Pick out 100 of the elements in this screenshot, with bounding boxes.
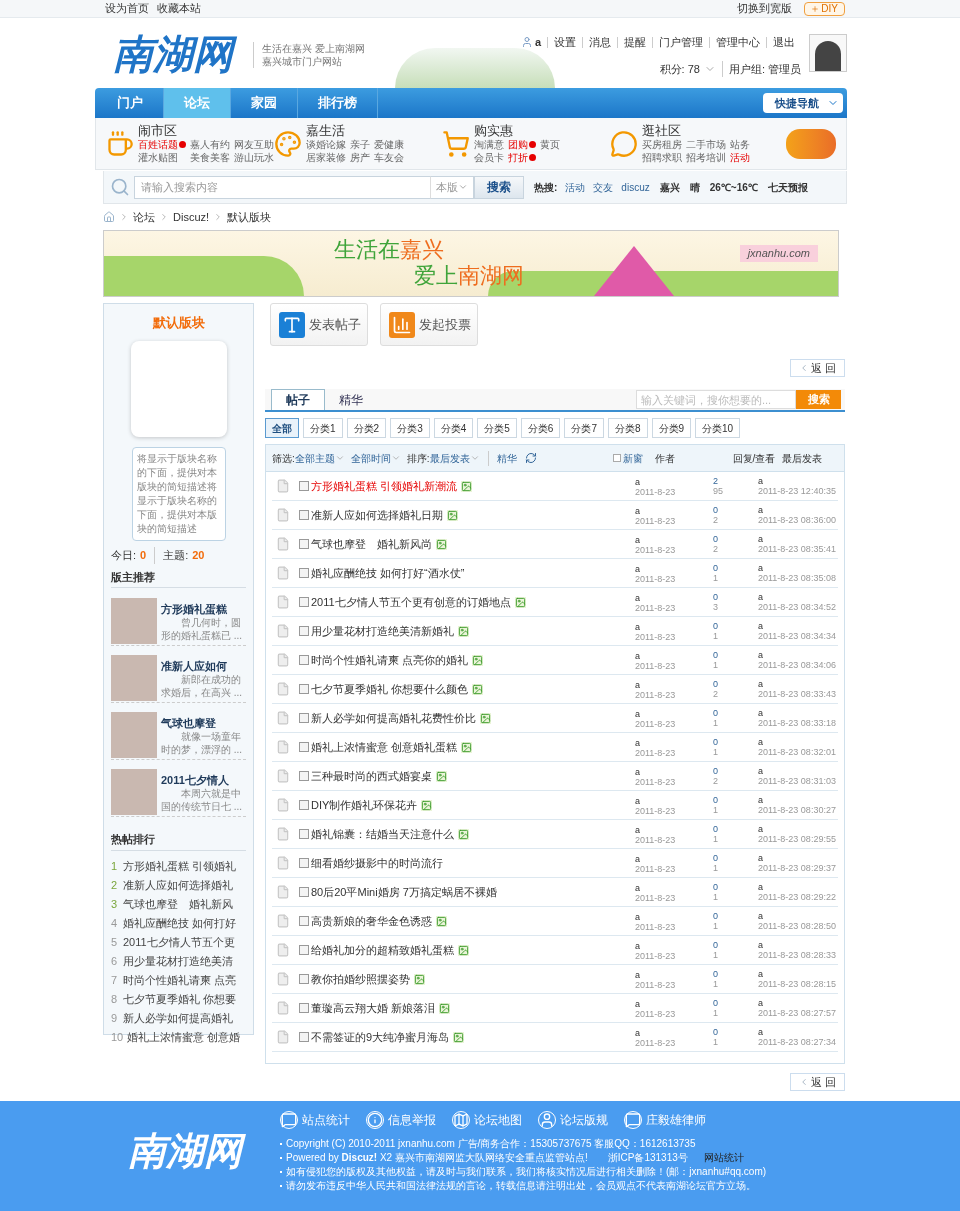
breadcrumb-link[interactable]: Discuz! (173, 208, 210, 226)
home-icon[interactable] (103, 211, 115, 223)
category-title[interactable]: 购实惠 (474, 123, 560, 138)
hot-thread-link[interactable]: 用少量花材打造绝美清 (123, 952, 233, 970)
hot-thread-link[interactable]: 准新人应如何选择婚礼 (123, 876, 233, 894)
thread-title[interactable]: 用少量花材打造绝美清新婚礼 (311, 622, 454, 640)
author-link[interactable]: a (635, 650, 713, 661)
thread-title[interactable]: 新人必学如何提高婚礼花费性价比 (311, 709, 476, 727)
category-link[interactable]: 嘉人有约 (190, 138, 230, 151)
category-filter[interactable]: 分类8 (607, 418, 648, 438)
new-thread-button[interactable]: 发表帖子 (270, 303, 368, 346)
author-link[interactable]: a (635, 853, 713, 864)
thread-title[interactable]: 给婚礼加分的超精致婚礼蛋糕 (311, 941, 454, 959)
user-menu-link[interactable]: 设置 (547, 36, 582, 48)
hot-thread-link[interactable]: 七夕节夏季婚礼 你想要 (123, 990, 237, 1008)
thread-tab[interactable]: 帖子 (271, 389, 325, 410)
refresh-icon[interactable] (524, 452, 537, 464)
quick-nav-button[interactable]: 快捷导航 (763, 93, 843, 113)
author-link[interactable]: a (635, 737, 713, 748)
category-title[interactable]: 嘉生活 (306, 123, 404, 138)
category-filter[interactable]: 分类1 (303, 418, 343, 438)
last-poster-link[interactable]: a (758, 1027, 838, 1037)
thread-title[interactable]: 2011七夕情人节五个更有创意的订婚地点 (311, 593, 511, 611)
user-menu-link[interactable]: 管理中心 (709, 36, 766, 48)
author-link[interactable]: a (635, 592, 713, 603)
hot-search-link[interactable]: discuz (621, 179, 650, 195)
last-poster-link[interactable]: a (758, 882, 838, 892)
last-poster-link[interactable]: a (758, 592, 838, 602)
thread-title[interactable]: 80后20平Mini婚房 7万搞定蜗居不裸婚 (311, 883, 497, 901)
category-link[interactable]: 团购 (508, 138, 536, 151)
last-poster-link[interactable]: a (758, 795, 838, 805)
author-link[interactable]: a (635, 795, 713, 806)
top-link[interactable]: 收藏本站 (157, 0, 201, 17)
site-logo[interactable]: 南湖网 (105, 28, 241, 80)
category-filter[interactable]: 全部 (265, 418, 299, 438)
avatar[interactable] (809, 34, 847, 72)
category-link[interactable]: 二手市场 (686, 138, 726, 151)
hot-thread-link[interactable]: 方形婚礼蛋糕 引领婚礼 (123, 857, 237, 875)
recommend-title[interactable]: 2011七夕情人 (161, 773, 246, 787)
thread-title[interactable]: 七夕节夏季婚礼 你想要什么颜色 (311, 680, 469, 698)
author-link[interactable]: a (635, 882, 713, 893)
category-filter[interactable]: 分类4 (433, 418, 474, 438)
category-title[interactable]: 逛社区 (642, 123, 750, 138)
category-link[interactable]: 黄页 (540, 138, 560, 151)
author-link[interactable]: a (635, 476, 713, 487)
new-window-checkbox[interactable]: 新窗 (612, 450, 643, 466)
back-button[interactable]: 返 回 (789, 1073, 845, 1091)
author-link[interactable]: a (635, 969, 713, 980)
moderate-checkbox[interactable] (299, 626, 309, 636)
recommend-title[interactable]: 方形婚礼蛋糕 (161, 602, 246, 616)
last-poster-link[interactable]: a (758, 998, 838, 1008)
thread-title[interactable]: 婚礼上浓情蜜意 创意婚礼蛋糕 (311, 738, 458, 756)
moderate-checkbox[interactable] (299, 655, 309, 665)
last-poster-link[interactable]: a (758, 505, 838, 515)
search-button[interactable]: 搜索 (474, 175, 524, 199)
category-link[interactable]: 房产 (350, 151, 370, 164)
author-link[interactable]: a (635, 505, 713, 516)
moderate-checkbox[interactable] (299, 858, 309, 868)
category-filter[interactable]: 分类2 (346, 418, 387, 438)
last-poster-link[interactable]: a (758, 737, 838, 747)
moderate-checkbox[interactable] (299, 742, 309, 752)
category-link[interactable]: 居家装修 (306, 151, 346, 164)
thread-tab[interactable]: 精华 (325, 389, 377, 410)
category-link[interactable]: 活动 (730, 151, 750, 164)
breadcrumb-link[interactable]: 默认版块 (227, 208, 272, 226)
hot-search-link[interactable]: 交友 (593, 179, 614, 195)
new-poll-button[interactable]: 发起投票 (380, 303, 478, 346)
banner-ad[interactable]: 生活在嘉兴 爱上南湖网 jxnanhu.com (103, 230, 839, 297)
thread-title[interactable]: 高贵新娘的奢华金色诱惑 (311, 912, 432, 930)
last-poster-link[interactable]: a (758, 708, 838, 718)
user-menu-link[interactable]: 门户管理 (652, 36, 709, 48)
author-link[interactable]: a (635, 621, 713, 632)
points-text[interactable]: 积分: 78 (659, 60, 704, 77)
moderate-checkbox[interactable] (299, 481, 309, 491)
thread-title[interactable]: 教你拍婚纱照摆姿势 (311, 970, 410, 988)
moderate-checkbox[interactable] (299, 974, 309, 984)
category-link[interactable]: 站务 (730, 138, 750, 151)
last-poster-link[interactable]: a (758, 853, 838, 863)
last-poster-link[interactable]: a (758, 766, 838, 776)
search-field[interactable]: 请输入搜索内容 (134, 175, 430, 199)
recommend-title[interactable]: 准新人应如何 (161, 659, 246, 673)
moderate-checkbox[interactable] (299, 916, 309, 926)
category-link[interactable]: 淘满意 (474, 138, 504, 151)
author-link[interactable]: a (635, 563, 713, 574)
category-link[interactable]: 打折 (508, 151, 536, 164)
moderate-checkbox[interactable] (299, 684, 309, 694)
username-link[interactable]: a (534, 34, 547, 51)
thread-title[interactable]: 董璇高云翔大婚 新娘落泪 (311, 999, 436, 1017)
thread-title[interactable]: 准新人应如何选择婚礼日期 (311, 506, 443, 524)
author-link[interactable]: a (635, 534, 713, 545)
user-menu-link[interactable]: 提醒 (617, 36, 652, 48)
last-poster-link[interactable]: a (758, 534, 838, 544)
moderate-checkbox[interactable] (299, 713, 309, 723)
category-link[interactable]: 谈婚论嫁 (306, 138, 346, 151)
last-poster-link[interactable]: a (758, 679, 838, 689)
thread-title[interactable]: 婚礼应酬绝技 如何打好“酒水仗” (311, 564, 465, 582)
hot-thread-link[interactable]: 时尚个性婚礼请柬 点亮 (123, 971, 237, 989)
digest-link[interactable]: 精华 (487, 450, 517, 466)
author-link[interactable]: a (635, 824, 713, 835)
thread-title[interactable]: DIY制作婚礼环保花卉 (311, 796, 418, 814)
